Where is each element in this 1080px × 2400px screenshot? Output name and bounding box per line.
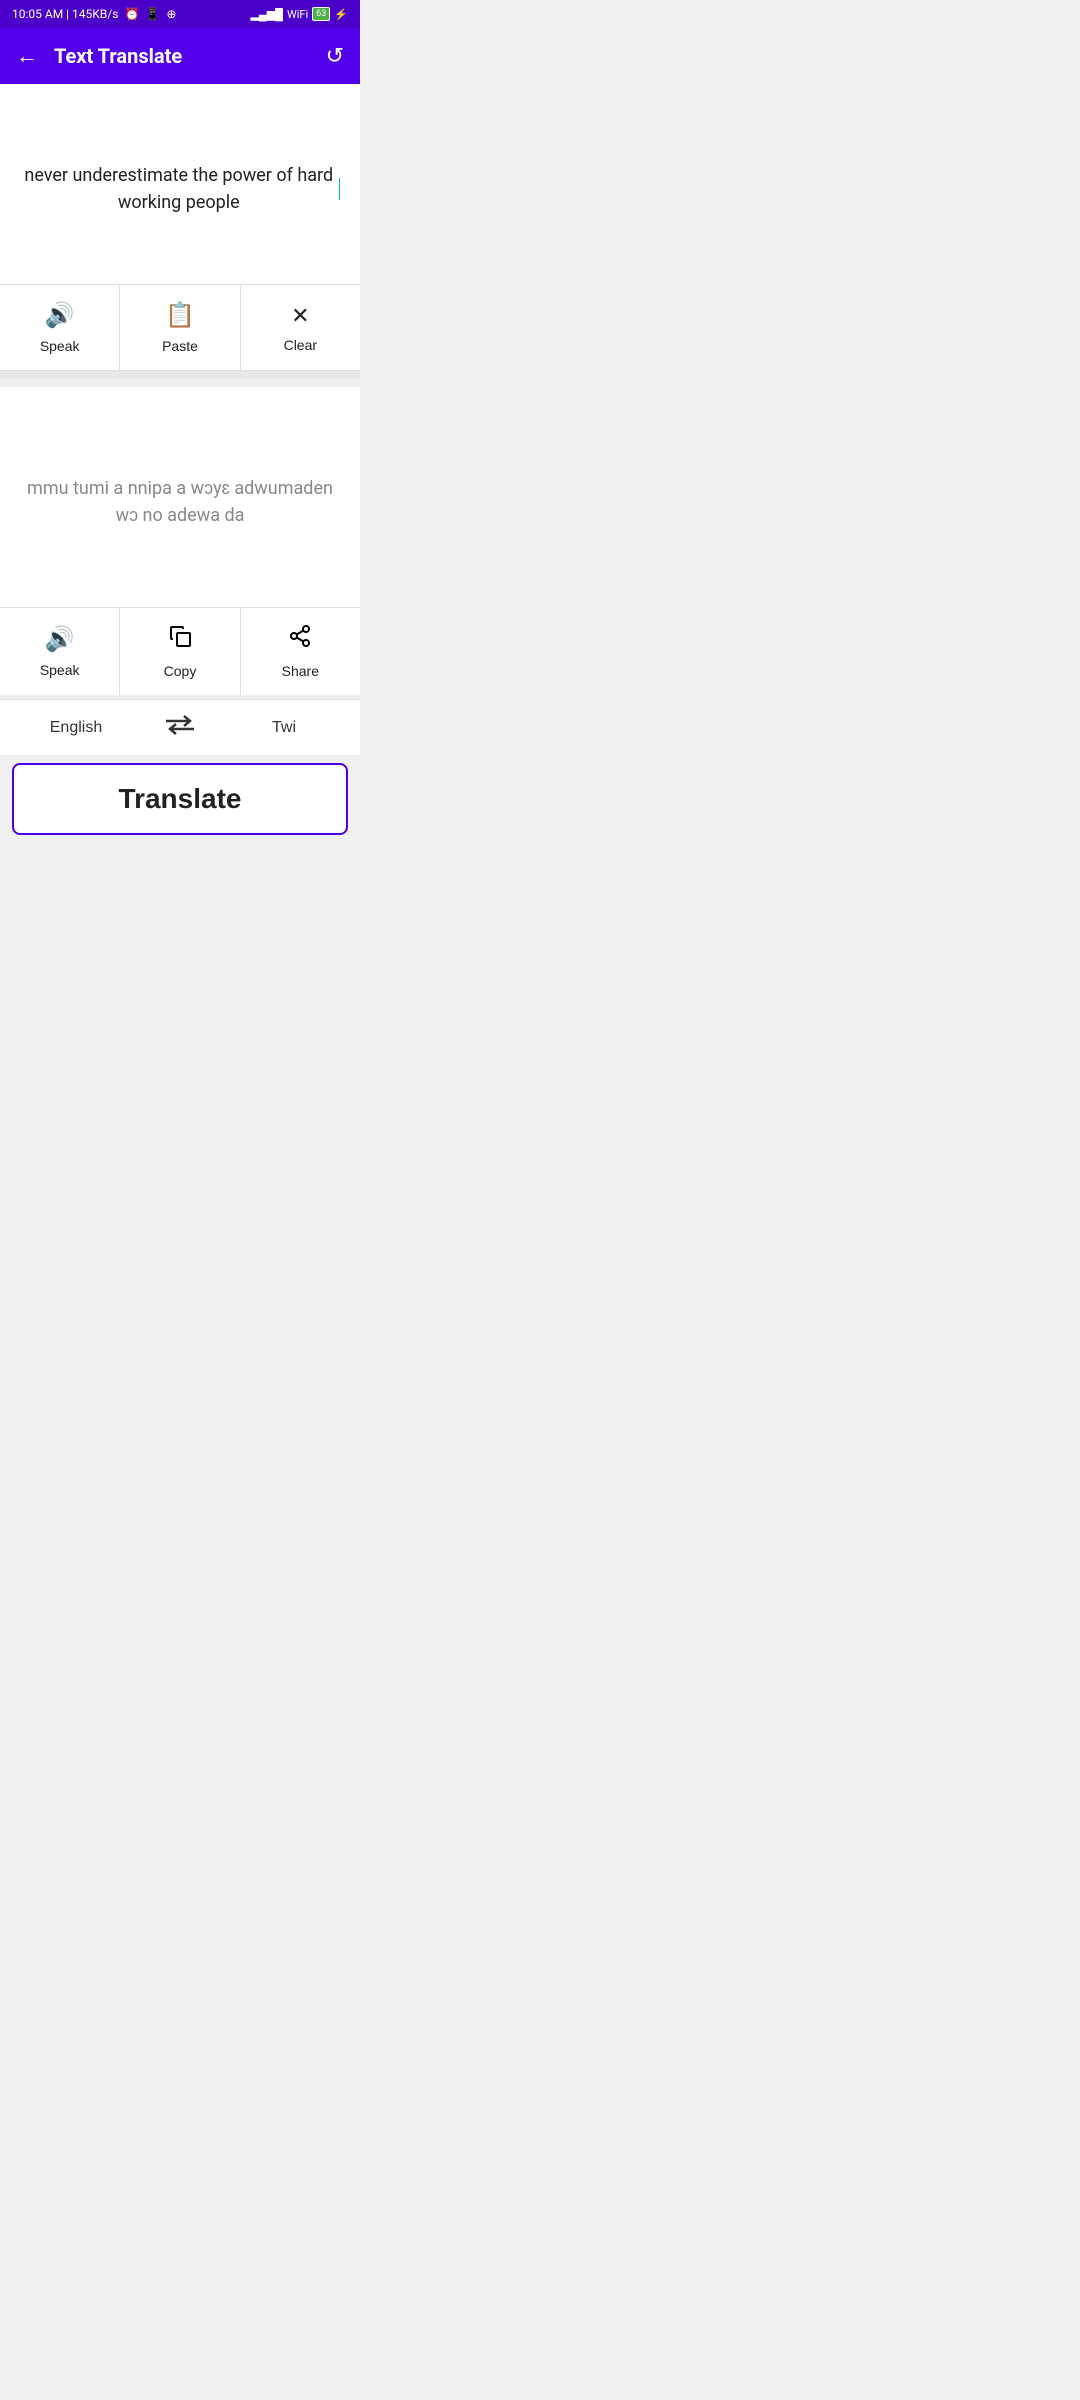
share-output-button[interactable]: Share (241, 608, 360, 695)
target-language-button[interactable]: Twi (208, 707, 360, 749)
input-text-area[interactable]: never underestimate the power of hard wo… (0, 84, 360, 284)
share-output-icon (288, 624, 312, 655)
status-right: ▂▄▆█ WiFi 63 ⚡ (250, 7, 348, 21)
status-time: 10:05 AM | 145KB/s (12, 7, 118, 21)
vpn-icon: ⊕ (166, 7, 176, 21)
translate-button[interactable]: Translate (12, 763, 348, 835)
back-button[interactable]: ← (16, 43, 38, 69)
swap-icon (166, 714, 194, 742)
text-cursor (339, 178, 340, 200)
copy-output-button[interactable]: Copy (120, 608, 240, 695)
speak-input-button[interactable]: 🔊 Speak (0, 285, 120, 370)
speak-output-icon: 🔊 (45, 625, 75, 654)
source-language-button[interactable]: English (0, 707, 152, 749)
clear-input-label: Clear (284, 337, 317, 353)
speak-output-label: Speak (40, 662, 80, 678)
app-bar: ← Text Translate ↺ (0, 28, 360, 84)
page-title: Text Translate (54, 44, 326, 68)
status-bar: 10:05 AM | 145KB/s ⏰ 📱 ⊕ ▂▄▆█ WiFi 63 ⚡ (0, 0, 360, 28)
input-section: never underestimate the power of hard wo… (0, 84, 360, 371)
share-output-label: Share (282, 663, 319, 679)
signal-icon: ▂▄▆█ (250, 8, 283, 21)
speak-output-button[interactable]: 🔊 Speak (0, 608, 120, 695)
input-text: never underestimate the power of hard wo… (20, 162, 338, 216)
source-language-label: English (50, 719, 102, 736)
battery-indicator: 63 (312, 7, 330, 21)
paste-input-button[interactable]: 📋 Paste (120, 285, 240, 370)
history-button[interactable]: ↺ (326, 44, 344, 69)
alarm-icon: ⏰ (124, 7, 139, 21)
output-section: mmu tumi a nnipa a wɔyɛ adwumaden wɔ no … (0, 387, 360, 695)
clear-input-button[interactable]: ✕ Clear (241, 285, 360, 370)
charging-icon: ⚡ (334, 8, 348, 21)
language-bar: English Twi (0, 699, 360, 755)
copy-output-icon (168, 624, 192, 655)
output-action-row: 🔊 Speak Copy Share (0, 607, 360, 695)
paste-input-label: Paste (162, 338, 198, 354)
copy-output-label: Copy (164, 663, 197, 679)
target-language-label: Twi (272, 719, 296, 736)
paste-input-icon: 📋 (165, 301, 195, 330)
output-text-area: mmu tumi a nnipa a wɔyɛ adwumaden wɔ no … (0, 387, 360, 607)
input-action-row: 🔊 Speak 📋 Paste ✕ Clear (0, 284, 360, 370)
speak-input-icon: 🔊 (45, 301, 75, 330)
whatsapp-icon: 📱 (145, 7, 160, 21)
speak-input-label: Speak (40, 338, 80, 354)
wifi-icon: WiFi (287, 8, 308, 21)
swap-languages-button[interactable] (152, 714, 208, 742)
section-divider (0, 371, 360, 379)
clear-input-icon: ✕ (291, 303, 309, 329)
status-left: 10:05 AM | 145KB/s ⏰ 📱 ⊕ (12, 7, 176, 21)
output-text: mmu tumi a nnipa a wɔyɛ adwumaden wɔ no … (16, 475, 344, 529)
translate-button-label: Translate (119, 783, 242, 814)
